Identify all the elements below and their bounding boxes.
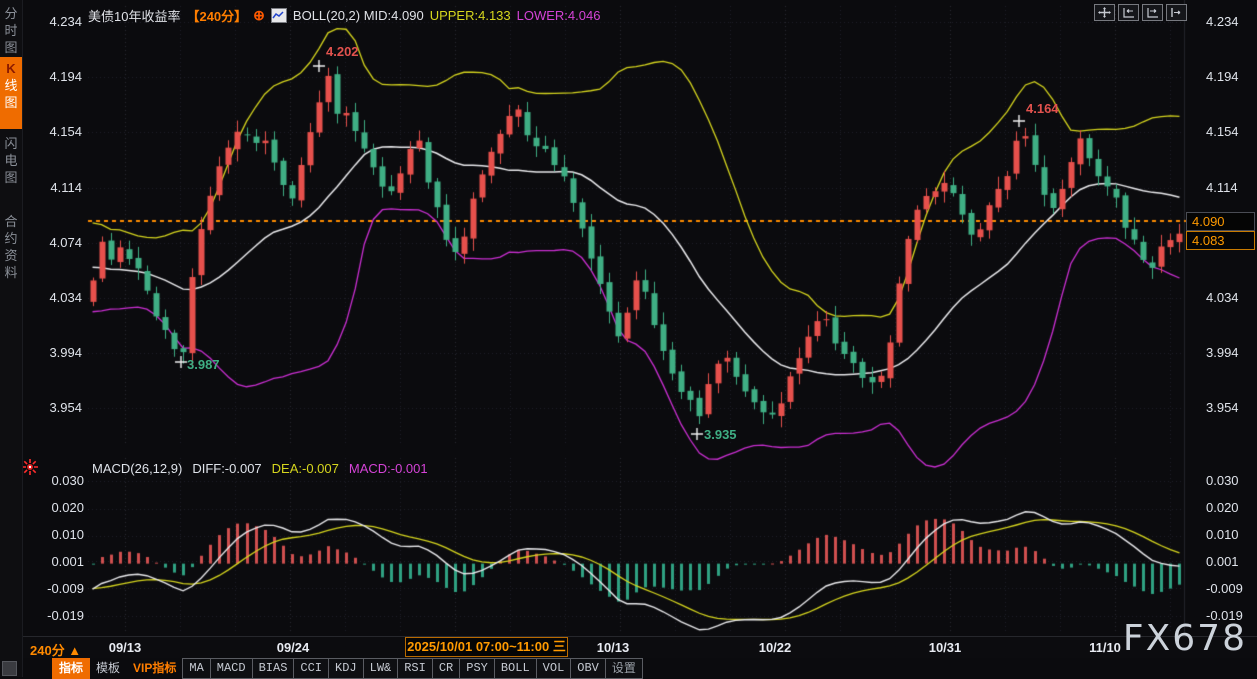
indicator-marker-icon[interactable] bbox=[21, 458, 39, 476]
price-axis-label: 4.034 bbox=[34, 290, 82, 305]
settings-button[interactable]: 设置 bbox=[605, 658, 643, 679]
macd-axis-label: -0.009 bbox=[1206, 581, 1257, 596]
price-axis-label: 4.154 bbox=[1206, 124, 1254, 139]
sidebar-item-flash-chart[interactable]: 闪电图 bbox=[0, 132, 22, 189]
macd-axis-label: 0.010 bbox=[28, 527, 84, 542]
macd-axis-label: 0.020 bbox=[28, 500, 84, 515]
price-axis-label: 4.234 bbox=[1206, 14, 1254, 29]
boll-mid-price-tag: 4.090 bbox=[1186, 212, 1255, 231]
tab-vip-indicators[interactable]: VIP指标 bbox=[126, 658, 183, 679]
price-axis-label: 4.074 bbox=[34, 235, 82, 250]
macd-dea-value: DEA:-0.007 bbox=[272, 461, 339, 476]
macd-legend: MACD(26,12,9) DIFF:-0.007 DEA:-0.007 MAC… bbox=[92, 461, 428, 476]
indicator-rsi-button[interactable]: RSI bbox=[397, 658, 433, 679]
crosshair-icon[interactable] bbox=[1094, 4, 1115, 21]
macd-axis-label: 0.030 bbox=[1206, 473, 1257, 488]
indicator-macd-button[interactable]: MACD bbox=[210, 658, 253, 679]
high-price-annotation: 4.202 bbox=[326, 44, 359, 59]
indicator-cci-button[interactable]: CCI bbox=[293, 658, 329, 679]
indicator-toolbar: 指标 模板 VIP指标 MA MACD BIAS CCI KDJ LW& RSI… bbox=[53, 658, 643, 677]
indicator-psy-button[interactable]: PSY bbox=[459, 658, 495, 679]
instrument-title: 美债10年收益率 bbox=[88, 6, 180, 25]
crosshair-time-label: 2025/10/01 07:00~11:00 三 bbox=[405, 637, 568, 657]
high-price-annotation: 4.164 bbox=[1026, 101, 1059, 116]
indicator-lw-button[interactable]: LW& bbox=[363, 658, 399, 679]
left-sidebar: 分时图 K 线图 闪电图 合约资料 bbox=[0, 0, 23, 677]
period-label: 【240分】 bbox=[186, 6, 247, 25]
indicator-obv-button[interactable]: OBV bbox=[570, 658, 606, 679]
last-price-tag: 4.083 bbox=[1186, 231, 1255, 250]
price-axis-label: 4.034 bbox=[1206, 290, 1254, 305]
date-tick: 09/24 bbox=[277, 640, 310, 655]
sidebar-item-kline-chart[interactable]: K 线图 bbox=[0, 57, 22, 129]
indicator-boll-button[interactable]: BOLL bbox=[494, 658, 537, 679]
add-indicator-icon[interactable]: ⊕ bbox=[253, 7, 265, 24]
low-price-annotation: 3.987 bbox=[187, 357, 220, 372]
date-tick: 09/13 bbox=[109, 640, 142, 655]
tab-indicators[interactable]: 指标 bbox=[52, 658, 90, 679]
chart-tool-icons bbox=[1094, 4, 1187, 21]
zoom-out-icon[interactable] bbox=[1118, 4, 1139, 21]
zoom-in-icon[interactable] bbox=[1142, 4, 1163, 21]
chart-thumbnail-icon[interactable] bbox=[271, 8, 287, 23]
sidebar-item-label: K bbox=[6, 61, 15, 76]
sidebar-item-label: 分时图 bbox=[4, 6, 17, 55]
date-tick: 10/31 bbox=[929, 640, 962, 655]
boll-lower-legend: LOWER:4.046 bbox=[517, 8, 601, 23]
indicator-bias-button[interactable]: BIAS bbox=[252, 658, 295, 679]
price-axis-label: 3.994 bbox=[34, 345, 82, 360]
indicator-vol-button[interactable]: VOL bbox=[536, 658, 572, 679]
macd-hist-value: MACD:-0.001 bbox=[349, 461, 428, 476]
date-tick: 10/13 bbox=[597, 640, 630, 655]
price-axis-label: 4.194 bbox=[1206, 69, 1254, 84]
app-grid-icon[interactable] bbox=[2, 661, 17, 676]
price-axis-label: 4.114 bbox=[34, 180, 82, 195]
boll-legend: BOLL(20,2) MID:4.090 bbox=[293, 8, 424, 23]
brand-watermark: FX678 bbox=[1123, 618, 1247, 659]
date-tick: 11/10 bbox=[1089, 640, 1121, 655]
macd-axis-label: 0.020 bbox=[1206, 500, 1257, 515]
sidebar-item-label: 合约资料 bbox=[4, 214, 17, 280]
sidebar-item-timeline-chart[interactable]: 分时图 bbox=[0, 2, 22, 59]
sidebar-item-contract-info[interactable]: 合约资料 bbox=[0, 210, 22, 284]
time-axis: 240分 ▲ 09/13 09/24 10/13 10/22 10/31 11/… bbox=[0, 636, 1257, 658]
price-axis-label: 3.954 bbox=[1206, 400, 1254, 415]
macd-axis-label: 0.010 bbox=[1206, 527, 1257, 542]
period-selector[interactable]: 240分 ▲ bbox=[30, 640, 81, 659]
low-price-annotation: 3.935 bbox=[704, 427, 737, 442]
indicator-ma-button[interactable]: MA bbox=[182, 658, 210, 679]
candlestick-chart-canvas[interactable] bbox=[0, 0, 1257, 636]
date-tick: 10/22 bbox=[759, 640, 792, 655]
pan-right-icon[interactable] bbox=[1166, 4, 1187, 21]
price-axis-label: 4.234 bbox=[34, 14, 82, 29]
macd-diff-value: DIFF:-0.007 bbox=[192, 461, 261, 476]
tab-templates[interactable]: 模板 bbox=[89, 658, 127, 679]
macd-axis-label: -0.019 bbox=[28, 608, 84, 623]
chart-app-window: 分时图 K 线图 闪电图 合约资料 美债10年收益率 【240分】 ⊕ BOLL(… bbox=[0, 0, 1257, 677]
chart-header: 美债10年收益率 【240分】 ⊕ BOLL(20,2) MID:4.090 U… bbox=[88, 6, 600, 25]
macd-axis-label: -0.009 bbox=[28, 581, 84, 596]
sidebar-item-label: 闪电图 bbox=[4, 136, 17, 185]
sidebar-item-label: 线图 bbox=[4, 78, 17, 110]
price-axis-label: 4.194 bbox=[34, 69, 82, 84]
boll-upper-legend: UPPER:4.133 bbox=[430, 8, 511, 23]
macd-axis-label: 0.001 bbox=[1206, 554, 1257, 569]
price-axis-label: 4.114 bbox=[1206, 180, 1254, 195]
macd-axis-label: 0.001 bbox=[28, 554, 84, 569]
price-axis-label: 4.154 bbox=[34, 124, 82, 139]
indicator-kdj-button[interactable]: KDJ bbox=[328, 658, 364, 679]
macd-title: MACD(26,12,9) bbox=[92, 461, 182, 476]
price-axis-label: 3.954 bbox=[34, 400, 82, 415]
indicator-cr-button[interactable]: CR bbox=[432, 658, 460, 679]
price-axis-label: 3.994 bbox=[1206, 345, 1254, 360]
